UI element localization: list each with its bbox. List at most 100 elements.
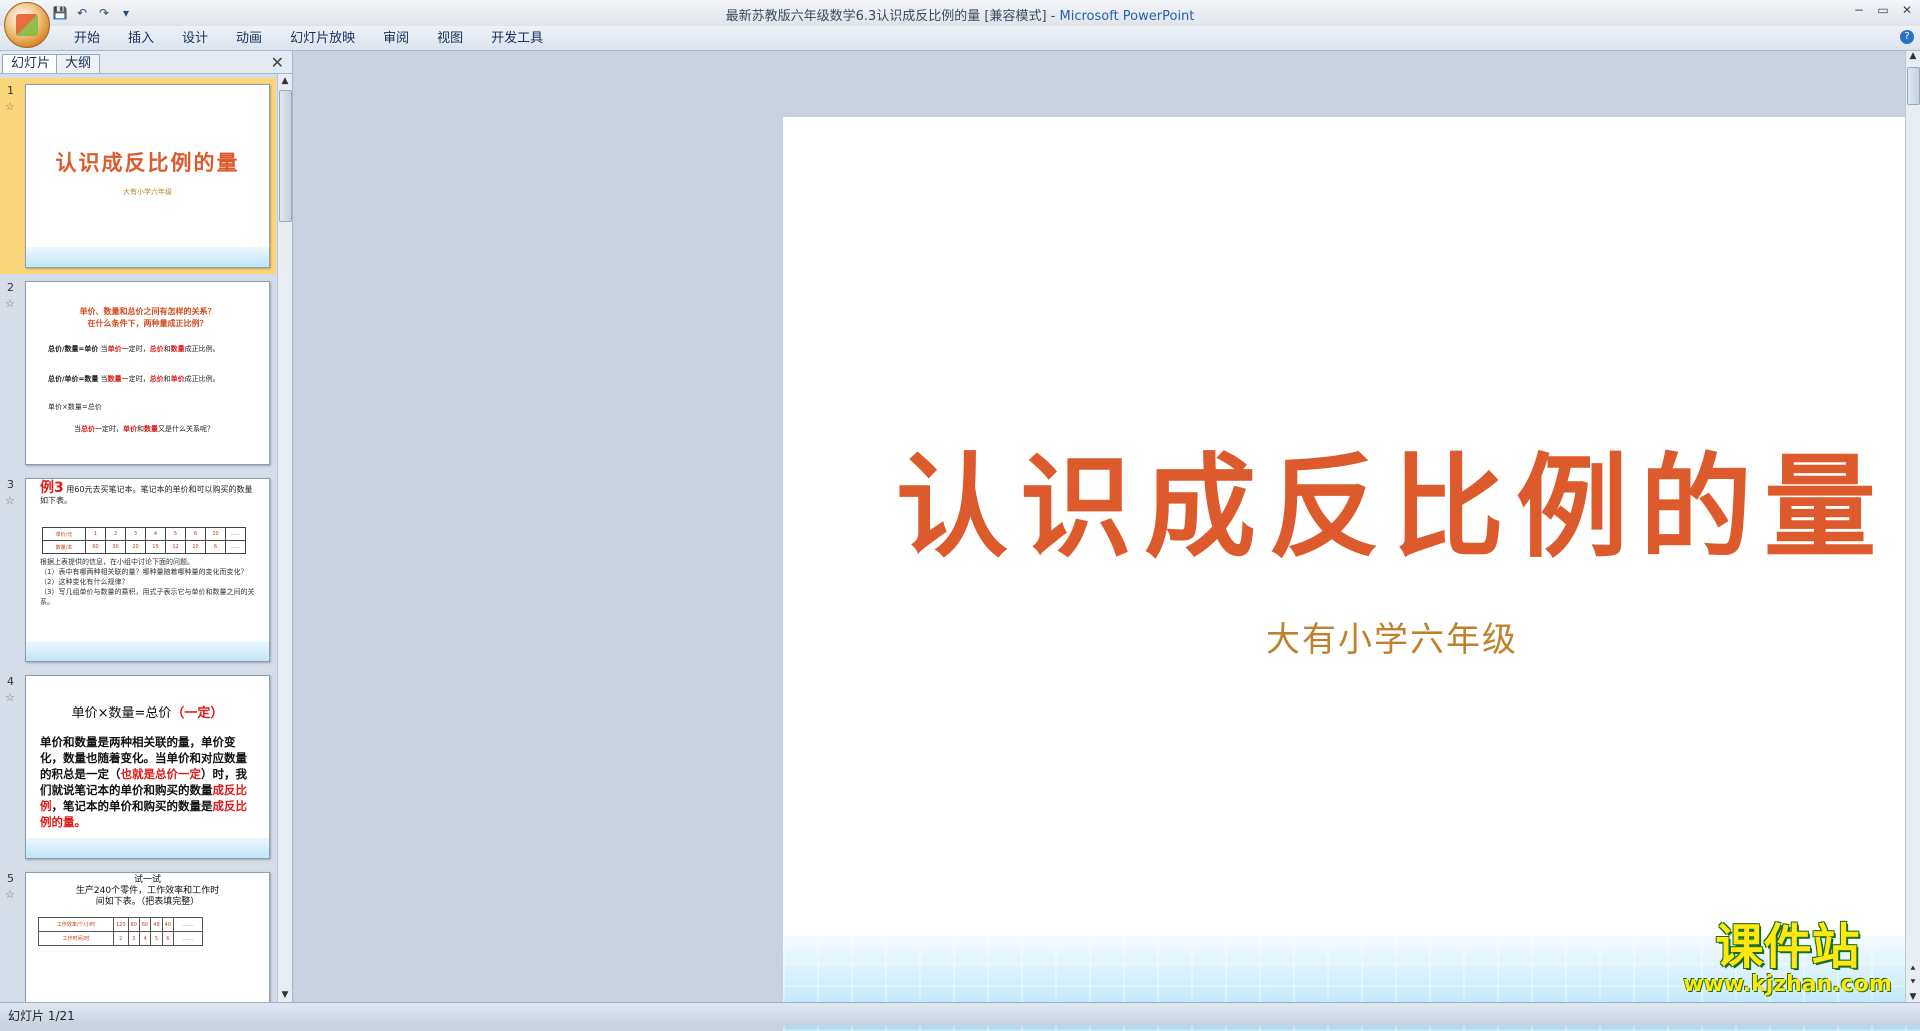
question-intro: 根据上表提供的信息，在小组中讨论下面的问题。 [40, 558, 194, 566]
red-text: 总价 [149, 375, 164, 383]
scroll-up-icon[interactable]: ▲ [1906, 51, 1920, 61]
thumb-intro: 例3 用60元去买笔记本。笔记本的单价和可以购买的数量如下表。 [40, 480, 255, 506]
table-cell: 15 [145, 540, 166, 554]
text: 一定时， [95, 425, 123, 433]
thumb-wave-decoration [26, 641, 269, 661]
table-cell: 40 [161, 917, 175, 932]
table-cell: 120 [113, 917, 129, 932]
table-cell: 4 [138, 931, 152, 946]
slide-thumbnail-3[interactable]: 例3 用60元去买笔记本。笔记本的单价和可以购买的数量如下表。 单价/元 1 2… [25, 478, 270, 662]
scroll-down-icon[interactable]: ▼ [278, 988, 292, 1002]
table-cell: 数量/本 [42, 540, 86, 554]
table-cell: …… [173, 917, 204, 932]
current-slide[interactable]: 认识成反比例的量 大有小学六年级 [783, 117, 1920, 1031]
tab-review[interactable]: 审阅 [369, 30, 423, 48]
thumb-line-4: 当总价一定时，单价和数量又是什么关系呢？ [74, 424, 214, 434]
tab-outline[interactable]: 大纲 [56, 54, 101, 73]
transition-star-icon: ☆ [5, 888, 15, 901]
text: 当 [100, 345, 108, 353]
slide-thumbnail-1[interactable]: 认识成反比例的量 大有小学六年级 [25, 84, 270, 268]
red-text: 单价 [107, 345, 122, 353]
table-cell: 3 [127, 931, 140, 946]
next-slide-icon[interactable]: ⯆ [1906, 978, 1920, 988]
thumbnail-row-3[interactable]: 3 ☆ 例3 用60元去买笔记本。笔记本的单价和可以购买的数量如下表。 单价/元… [0, 472, 276, 668]
intro-text: 用60元去买笔记本。笔记本的单价和可以购买的数量如下表。 [40, 485, 253, 505]
table-cell: 4 [145, 527, 166, 541]
example-label: 例3 [40, 480, 64, 496]
table-cell: 6 [161, 931, 175, 946]
scroll-thumb[interactable] [279, 90, 292, 222]
transition-star-icon: ☆ [5, 100, 15, 113]
text: 和 [163, 375, 171, 383]
thumbnail-row-5[interactable]: 5 ☆ 试一试 生产240个零件，工作效率和工作时 间如下表。（把表填完整） 工… [0, 866, 276, 1002]
slide-number: 1 [7, 84, 14, 97]
table-cell: 工作效率/个/小时 [38, 917, 114, 932]
title-separator: - [1046, 9, 1060, 24]
text: 当 [74, 425, 81, 433]
table-row: 单价/元 1 2 3 4 5 6 10 …… [42, 527, 246, 541]
minimize-icon[interactable]: − [1850, 2, 1868, 18]
thumb-table: 工作效率/个/小时 120 80 60 48 40 …… 工作时间/时 2 3 … [38, 917, 204, 946]
slide-subtitle[interactable]: 大有小学六年级 [783, 612, 1920, 661]
tab-view[interactable]: 视图 [423, 30, 477, 48]
table-cell: 1 [85, 527, 106, 541]
text: 和 [137, 425, 144, 433]
restore-icon[interactable]: ▭ [1874, 2, 1892, 18]
text: ，笔记本的单价和购买的数量是 [51, 799, 213, 813]
table-cell: 30 [105, 540, 126, 554]
table-cell: 6 [205, 540, 226, 554]
heading-text: 单价×数量=总价 [71, 706, 172, 721]
slide-thumbnail-5[interactable]: 试一试 生产240个零件，工作效率和工作时 间如下表。（把表填完整） 工作效率/… [25, 872, 270, 1002]
previous-slide-icon[interactable]: ⯅ [1906, 964, 1920, 974]
thumb-title: 试一试 [133, 875, 161, 885]
tab-slideshow[interactable]: 幻灯片放映 [276, 30, 369, 48]
tab-insert[interactable]: 插入 [114, 30, 168, 48]
thumbnail-list: 1 ☆ 认识成反比例的量 大有小学六年级 2 ☆ 单价、数量和总价之间有怎样的关… [0, 74, 276, 1002]
pane-close-icon[interactable]: ✕ [271, 53, 284, 72]
close-icon[interactable]: ✕ [1898, 2, 1916, 18]
thumbnail-row-4[interactable]: 4 ☆ 单价×数量=总价（一定） 单价和数量是两种相关联的量，单价变化，数量也随… [0, 669, 276, 865]
formula-2: 总价/单价=数量 [48, 375, 99, 383]
document-title: 最新苏教版六年级数学6.3认识成反比例的量 [兼容模式] [725, 9, 1047, 24]
question-1: （1）表中有哪两种相关联的量？哪种量随着哪种量的变化而变化？ [40, 568, 248, 576]
help-icon[interactable]: ? [1900, 30, 1914, 44]
table-cell: 10 [205, 527, 226, 541]
slide-thumbnail-4[interactable]: 单价×数量=总价（一定） 单价和数量是两种相关联的量，单价变化，数量也随着变化。… [25, 675, 270, 859]
watermark-logo: 课件站 www.kjzhan.com [1675, 921, 1900, 1001]
scroll-down-icon[interactable]: ▼ [1906, 992, 1920, 1002]
tab-developer[interactable]: 开发工具 [477, 30, 557, 48]
window-title: 最新苏教版六年级数学6.3认识成反比例的量 [兼容模式] - Microsoft… [0, 5, 1920, 24]
table-row: 数量/本 60 30 20 15 12 10 6 …… [42, 540, 246, 554]
slide-editor: 认识成反比例的量 大有小学六年级 [293, 51, 1920, 1031]
watermark-text: 课件站 [1715, 919, 1860, 975]
thumbnail-row-1[interactable]: 1 ☆ 认识成反比例的量 大有小学六年级 [0, 78, 276, 274]
transition-star-icon: ☆ [5, 494, 15, 507]
office-button[interactable] [4, 2, 50, 48]
scroll-up-icon[interactable]: ▲ [278, 74, 292, 88]
tab-slides[interactable]: 幻灯片 [2, 54, 60, 73]
thumb-heading: 单价×数量=总价（一定） [26, 702, 269, 721]
tab-animations[interactable]: 动画 [222, 30, 276, 48]
thumb-body: 单价和数量是两种相关联的量，单价变化，数量也随着变化。当单价和对应数量的积总是一… [40, 734, 256, 830]
slide-number: 2 [7, 281, 14, 294]
thumbnail-row-2[interactable]: 2 ☆ 单价、数量和总价之间有怎样的关系？ 在什么条件下，两种量成正比例？ 总价… [0, 275, 276, 471]
table-cell: 工作时间/时 [38, 931, 114, 946]
tab-design[interactable]: 设计 [168, 30, 222, 48]
red-text: 单价 [123, 425, 137, 433]
thumb-table: 单价/元 1 2 3 4 5 6 10 …… 数量/本 60 30 20 15 … [42, 527, 246, 554]
thumb-subtitle: 大有小学六年级 [123, 188, 172, 196]
red-text: 单价 [170, 375, 185, 383]
title-bar: 💾 ↶ ↷ ▾ 最新苏教版六年级数学6.3认识成反比例的量 [兼容模式] - M… [0, 0, 1920, 48]
question-3: （3）写几组单价与数量的乘积，用式子表示它与单价和数量之间的关系。 [40, 588, 255, 606]
editor-scrollbar[interactable]: ▲ ⯅ ⯆ ▼ [1905, 51, 1920, 1002]
transition-star-icon: ☆ [5, 691, 15, 704]
slide-title[interactable]: 认识成反比例的量 [783, 417, 1920, 579]
tab-home[interactable]: 开始 [60, 30, 114, 48]
thumbnail-scrollbar[interactable]: ▲ ▼ [277, 74, 292, 1002]
slide-thumbnail-2[interactable]: 单价、数量和总价之间有怎样的关系？ 在什么条件下，两种量成正比例？ 总价/数量=… [25, 281, 270, 465]
thumb-line-2: 总价/单价=数量 当数量一定时，总价和单价成正比例。 [48, 374, 220, 384]
red-text: 数量 [144, 425, 158, 433]
scroll-thumb[interactable] [1907, 67, 1920, 105]
thumb-line-1: 总价/数量=单价 当单价一定时，总价和数量成正比例。 [48, 344, 220, 354]
heading-red: （一定） [171, 706, 224, 721]
